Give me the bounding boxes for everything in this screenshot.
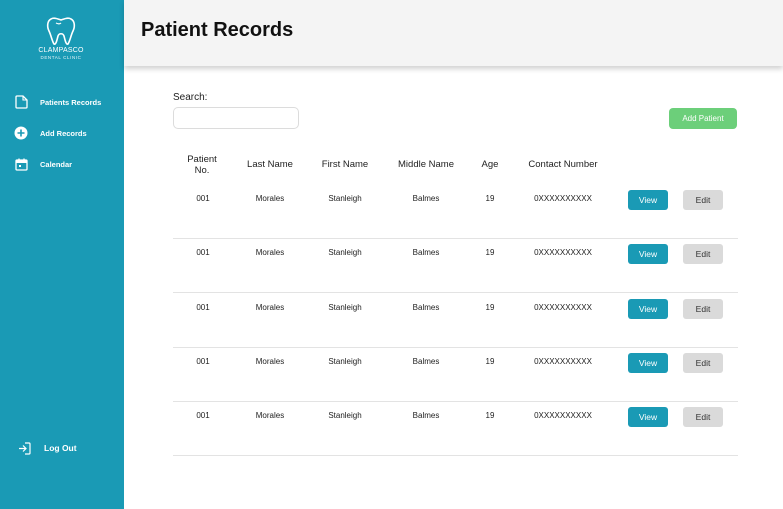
logout-icon xyxy=(17,441,31,455)
cell-middle: Balmes xyxy=(412,303,440,312)
sidebar-item-calendar[interactable]: Calendar xyxy=(14,157,72,171)
brand-subtitle: DENTAL CLINIC xyxy=(40,55,82,60)
cell-age: 19 xyxy=(485,194,495,203)
table-row: 001 Morales Stanleigh Balmes 19 0XXXXXXXXXX Vi… xyxy=(173,185,738,239)
file-icon xyxy=(14,95,28,109)
sidebar-item-label: Add Records xyxy=(40,128,87,138)
cell-first: Stanleigh xyxy=(328,248,362,257)
cell-age: 19 xyxy=(485,357,495,366)
logout-button[interactable]: Log Out xyxy=(17,441,77,455)
cell-last: Morales xyxy=(255,411,285,420)
cell-contact: 0XXXXXXXXXX xyxy=(534,357,592,366)
brand-name: CLAMPASCO xyxy=(38,47,84,54)
edit-button[interactable]: Edit xyxy=(683,353,723,373)
cell-last: Morales xyxy=(255,248,285,257)
table-row: 001 Morales Stanleigh Balmes 19 0XXXXXXXXXX Vi… xyxy=(173,402,738,456)
view-button[interactable]: View xyxy=(628,407,668,427)
cell-contact: 0XXXXXXXXXX xyxy=(534,248,592,257)
top-bar: Patient Records xyxy=(124,0,783,66)
cell-last: Morales xyxy=(255,194,285,203)
sidebar-item-add-records[interactable]: Add Records xyxy=(14,126,87,140)
cell-age: 19 xyxy=(485,411,495,420)
cell-no: 001 xyxy=(196,194,210,203)
cell-middle: Balmes xyxy=(412,357,440,366)
cell-last: Morales xyxy=(255,303,285,312)
edit-button[interactable]: Edit xyxy=(683,299,723,319)
cell-last: Morales xyxy=(255,357,285,366)
sidebar: CLAMPASCO DENTAL CLINIC Patients Records… xyxy=(0,0,124,509)
column-header-contact-number: Contact Number xyxy=(528,159,598,170)
edit-button[interactable]: Edit xyxy=(683,190,723,210)
add-patient-button[interactable]: Add Patient xyxy=(669,108,737,129)
cell-no: 001 xyxy=(196,303,210,312)
sidebar-item-patients-records[interactable]: Patients Records xyxy=(14,95,101,109)
column-header-last-name: Last Name xyxy=(247,159,293,170)
tooth-icon xyxy=(46,17,76,45)
cell-middle: Balmes xyxy=(412,411,440,420)
calendar-icon xyxy=(14,157,28,171)
cell-contact: 0XXXXXXXXXX xyxy=(534,411,592,420)
search-input[interactable] xyxy=(173,107,299,129)
cell-age: 19 xyxy=(485,248,495,257)
clinic-logo: CLAMPASCO DENTAL CLINIC xyxy=(30,16,92,61)
sidebar-item-label: Patients Records xyxy=(40,97,102,107)
plus-circle-icon xyxy=(14,126,28,140)
cell-first: Stanleigh xyxy=(328,411,362,420)
cell-first: Stanleigh xyxy=(328,357,362,366)
page-title: Patient Records xyxy=(141,19,294,41)
view-button[interactable]: View xyxy=(628,190,668,210)
column-header-middle-name: Middle Name xyxy=(398,159,454,170)
view-button[interactable]: View xyxy=(628,244,668,264)
cell-contact: 0XXXXXXXXXX xyxy=(534,303,592,312)
cell-no: 001 xyxy=(196,357,210,366)
column-header-age: Age xyxy=(481,159,499,170)
row-divider xyxy=(173,292,738,293)
cell-contact: 0XXXXXXXXXX xyxy=(534,194,592,203)
table-row: 001 Morales Stanleigh Balmes 19 0XXXXXXXXXX Vi… xyxy=(173,239,738,293)
search-label: Search: xyxy=(173,92,208,103)
column-header-first-name: First Name xyxy=(321,159,369,170)
cell-first: Stanleigh xyxy=(328,194,362,203)
view-button[interactable]: View xyxy=(628,299,668,319)
table-row: 001 Morales Stanleigh Balmes 19 0XXXXXXXXXX Vi… xyxy=(173,294,738,348)
cell-age: 19 xyxy=(485,303,495,312)
table-row: 001 Morales Stanleigh Balmes 19 0XXXXXXXXXX Vi… xyxy=(173,348,738,402)
row-divider xyxy=(173,455,738,456)
cell-first: Stanleigh xyxy=(328,303,362,312)
edit-button[interactable]: Edit xyxy=(683,244,723,264)
column-header-patient-no: Patient No. xyxy=(187,154,217,176)
sidebar-item-label: Calendar xyxy=(40,159,73,169)
cell-no: 001 xyxy=(196,411,210,420)
cell-no: 001 xyxy=(196,248,210,257)
view-button[interactable]: View xyxy=(628,353,668,373)
edit-button[interactable]: Edit xyxy=(683,407,723,427)
logout-label: Log Out xyxy=(44,443,77,453)
cell-middle: Balmes xyxy=(412,248,440,257)
cell-middle: Balmes xyxy=(412,194,440,203)
